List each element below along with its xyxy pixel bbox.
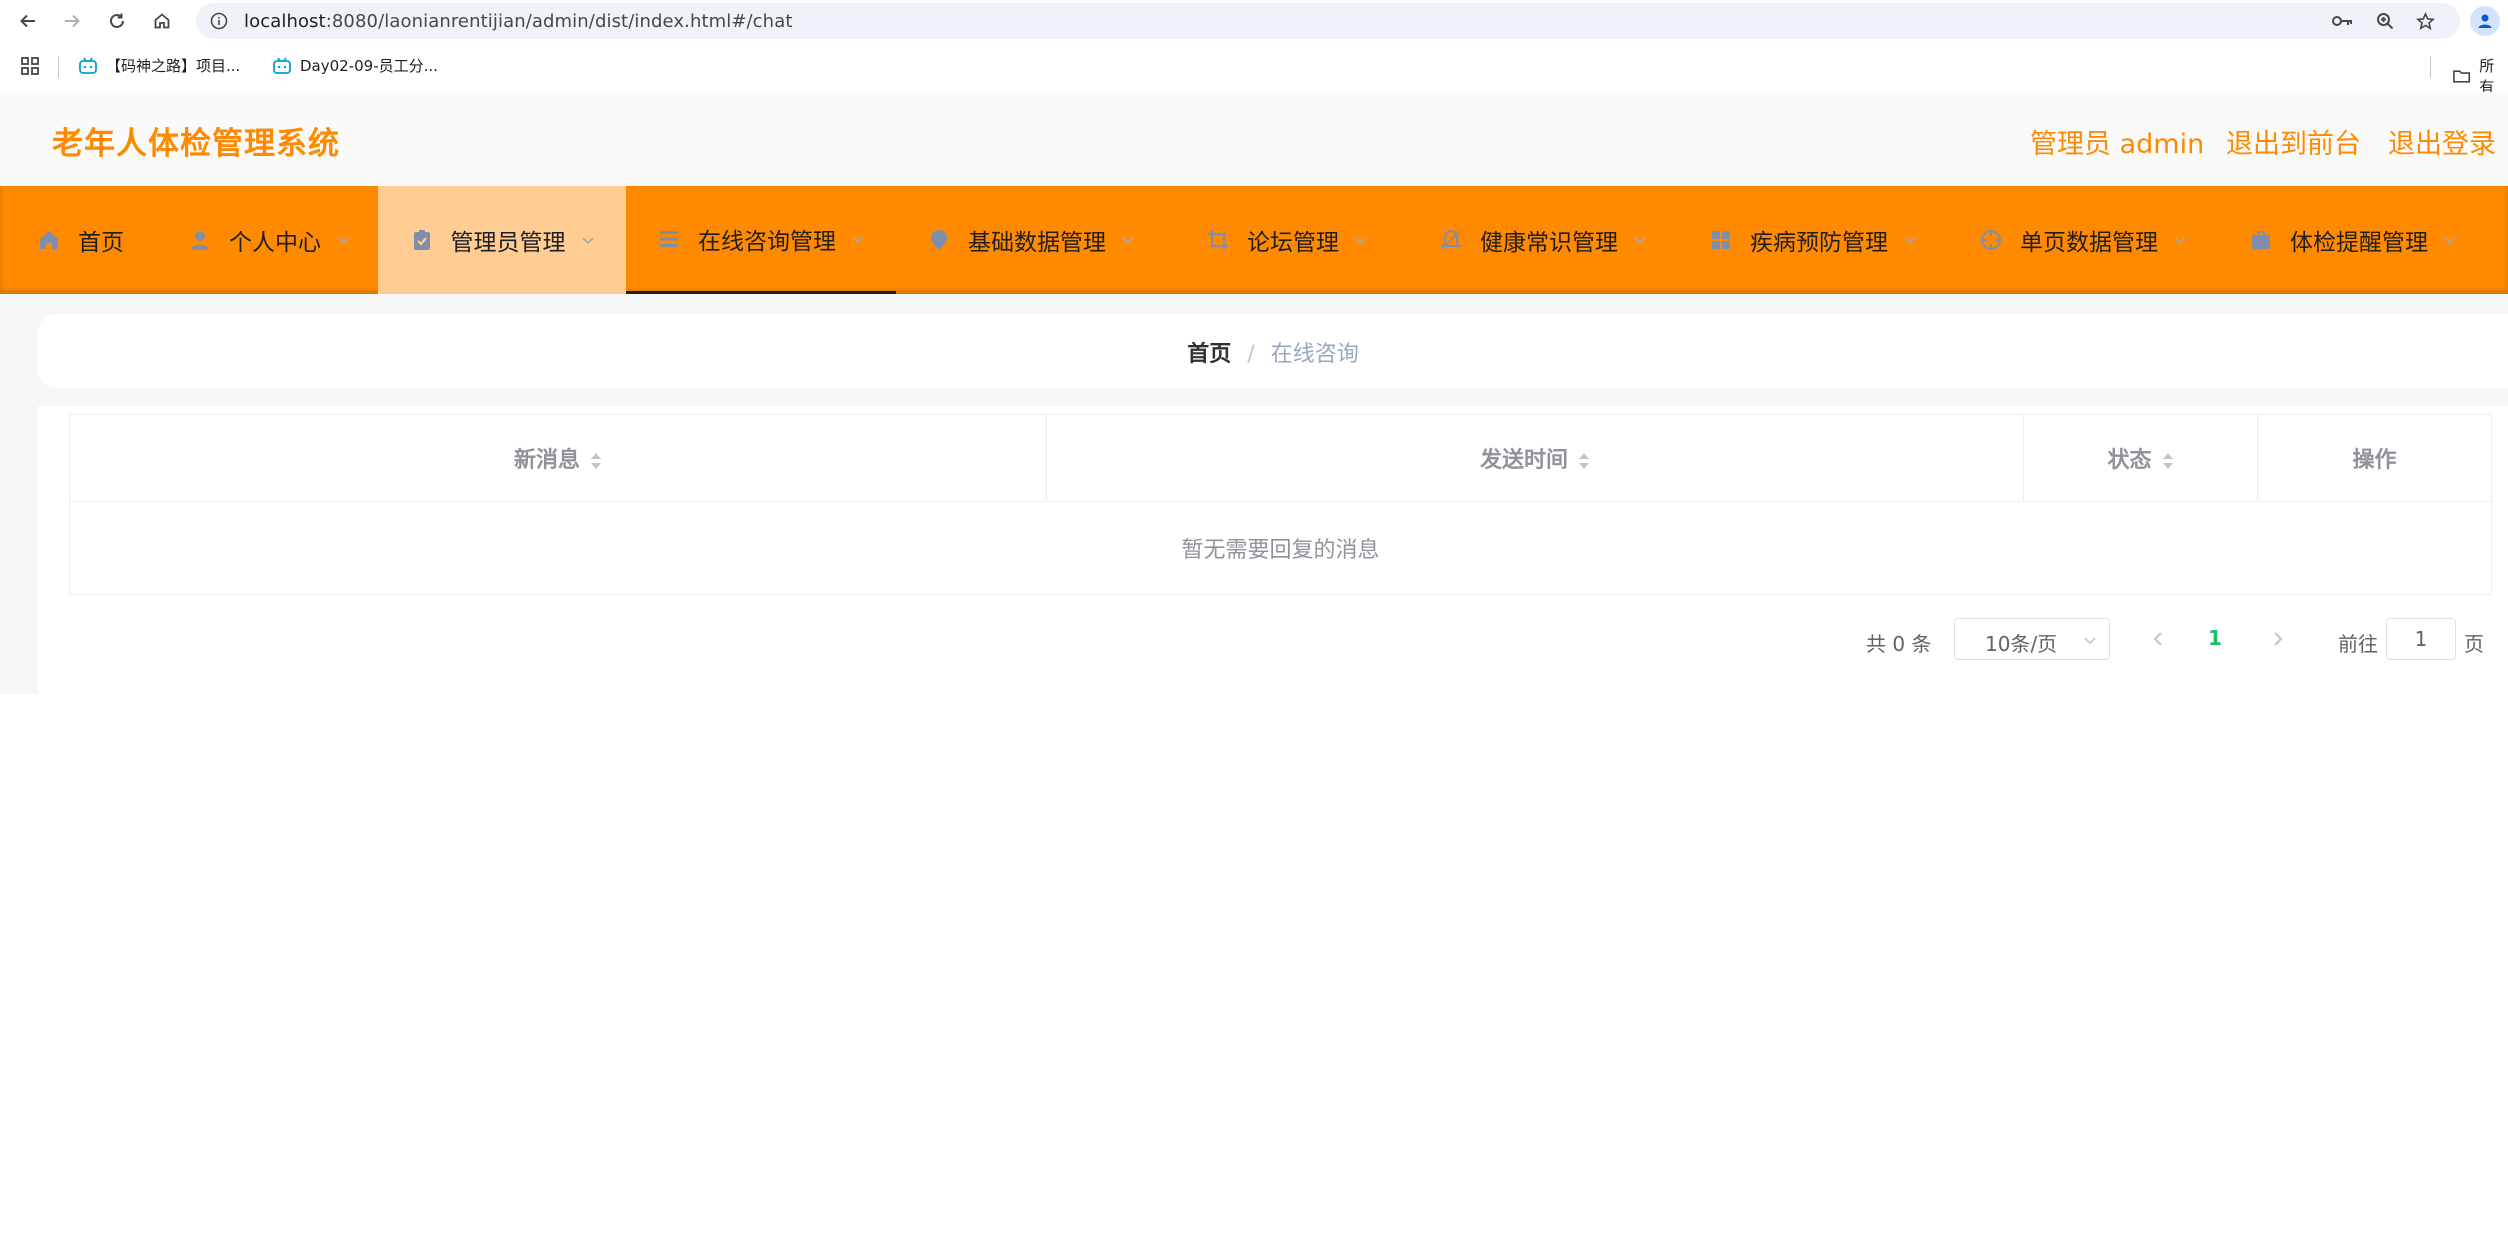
compass-icon <box>1978 227 2004 253</box>
grid-icon <box>1708 227 1734 253</box>
page-number-current[interactable]: 1 <box>2208 626 2222 650</box>
chevron-down-icon <box>852 235 864 243</box>
page-suffix: 页 <box>2464 632 2484 656</box>
menu-item-single-page-data-management[interactable]: 单页数据管理 <box>1948 186 2218 294</box>
key-icon <box>2332 16 2352 26</box>
goto-page-input[interactable] <box>2386 618 2456 660</box>
messages-table: 新消息 发送时间 状态 操作 暂无需要回复的消息 <box>69 414 2492 595</box>
table-empty-row: 暂无需要回复的消息 <box>69 501 2492 595</box>
chevron-down-icon <box>2084 637 2096 645</box>
bookmarks-divider <box>2430 56 2431 78</box>
column-header-send-time[interactable]: 发送时间 <box>1046 414 2024 502</box>
pagination: 共 0 条 10条/页 1 前往 页 <box>0 618 2508 664</box>
app-header: 老年人体检管理系统 管理员 admin 退出到前台 退出登录 <box>0 92 2508 186</box>
bilibili-icon <box>79 57 97 74</box>
all-bookmarks-folder[interactable]: 所有 <box>2452 55 2508 97</box>
bookmarks-divider <box>58 56 59 78</box>
sort-caret-icon[interactable] <box>1578 450 1590 472</box>
menu-item-online-consult-management[interactable]: 在线咨询管理 <box>626 186 896 294</box>
clipboard-check-icon <box>409 227 435 253</box>
next-page-button[interactable] <box>2268 628 2288 650</box>
browser-toolbar: localhost:8080/laonianrentijian/admin/di… <box>0 0 2508 42</box>
address-bar[interactable]: localhost:8080/laonianrentijian/admin/di… <box>196 3 2460 39</box>
list-icon <box>656 226 682 252</box>
chevron-down-icon <box>1904 237 1916 245</box>
menu-item-basic-data-management[interactable]: 基础数据管理 <box>896 186 1166 294</box>
menu-item-disease-prevention-management[interactable]: 疾病预防管理 <box>1678 186 1948 294</box>
crop-icon <box>1205 227 1231 253</box>
zoom-button[interactable] <box>2372 8 2398 34</box>
location-pin-icon <box>926 227 952 253</box>
back-button[interactable] <box>14 8 42 34</box>
column-header-actions: 操作 <box>2257 414 2492 502</box>
column-header-status[interactable]: 状态 <box>2023 414 2258 502</box>
menu-item-checkup-reminder-management[interactable]: 体检提醒管理 <box>2218 186 2488 294</box>
table-empty-text: 暂无需要回复的消息 <box>69 501 2492 595</box>
apps-button[interactable] <box>20 56 40 76</box>
exit-to-front-link[interactable]: 退出到前台 <box>2226 122 2361 161</box>
reload-button[interactable] <box>103 8 131 34</box>
chevron-down-icon <box>581 237 594 245</box>
page-size-select[interactable]: 10条/页 <box>1954 618 2110 660</box>
sort-caret-icon[interactable] <box>2162 450 2174 472</box>
arrow-left-icon <box>20 14 35 28</box>
home-button[interactable] <box>148 8 176 34</box>
logout-link[interactable]: 退出登录 <box>2388 122 2496 161</box>
main-menu: 首页 个人中心 管理员管理 在线咨询管理 基础数据管理 论坛管理 健康常识管理 … <box>0 186 2508 294</box>
star-icon <box>2415 11 2435 30</box>
breadcrumb-separator: / <box>1247 342 1255 367</box>
chevron-down-icon <box>1634 237 1646 245</box>
chevron-down-icon <box>337 237 349 245</box>
site-info-icon[interactable] <box>208 10 230 32</box>
menu-item-health-knowledge-management[interactable]: 健康常识管理 <box>1408 186 1678 294</box>
current-user-label[interactable]: 管理员 admin <box>2030 122 2204 161</box>
profile-avatar[interactable] <box>2470 6 2500 36</box>
home-icon <box>36 227 62 253</box>
arrow-right-icon <box>65 14 80 28</box>
sort-caret-icon[interactable] <box>590 450 602 472</box>
bookmarks-bar: 【码神之路】项目... Day02-09-员工分... 所有 <box>0 42 2508 96</box>
app-title: 老年人体检管理系统 <box>52 126 340 162</box>
chevron-down-icon <box>2174 237 2186 245</box>
breadcrumb-card: 首页 / 在线咨询 <box>38 314 2508 388</box>
bilibili-icon <box>273 57 291 74</box>
menu-item-admin-management[interactable]: 管理员管理 <box>378 186 626 294</box>
apps-grid-icon <box>21 57 39 75</box>
chevron-down-icon <box>1122 237 1134 245</box>
prev-page-button[interactable] <box>2148 628 2168 650</box>
breadcrumb-home-link[interactable]: 首页 <box>1187 342 1231 367</box>
user-icon <box>187 227 213 253</box>
zoom-in-icon <box>2377 13 2394 30</box>
bell-off-icon <box>1438 227 1464 253</box>
menu-item-forum-management[interactable]: 论坛管理 <box>1166 186 1408 294</box>
briefcase-icon <box>2248 227 2274 253</box>
breadcrumb-current: 在线咨询 <box>1270 342 1359 367</box>
url-text: localhost:8080/laonianrentijian/admin/di… <box>244 10 793 32</box>
person-icon <box>2478 14 2492 28</box>
folder-icon <box>2453 70 2471 83</box>
reload-icon <box>110 13 124 28</box>
menu-item-personal-center[interactable]: 个人中心 <box>160 186 378 294</box>
bookmark-star-button[interactable] <box>2412 8 2438 34</box>
breadcrumb: 首页 / 在线咨询 <box>38 336 2508 368</box>
goto-label: 前往 <box>2338 632 2378 656</box>
column-header-new-message[interactable]: 新消息 <box>69 414 1047 502</box>
home-outline-icon <box>154 13 170 29</box>
bookmark-item[interactable]: Day02-09-员工分... <box>272 55 438 76</box>
menu-item-home[interactable]: 首页 <box>0 186 160 294</box>
content-area: 首页 / 在线咨询 新消息 发送时间 状态 操作 暂无需要回复的消息 共 0 条… <box>0 294 2508 694</box>
chevron-down-icon <box>2444 237 2456 245</box>
table-header-row: 新消息 发送时间 状态 操作 <box>69 414 2492 502</box>
forward-button[interactable] <box>58 8 86 34</box>
bookmark-item[interactable]: 【码神之路】项目... <box>78 55 240 76</box>
pagination-total: 共 0 条 <box>1866 632 1932 656</box>
password-key-button[interactable] <box>2330 8 2356 34</box>
chevron-down-icon <box>1355 237 1367 245</box>
